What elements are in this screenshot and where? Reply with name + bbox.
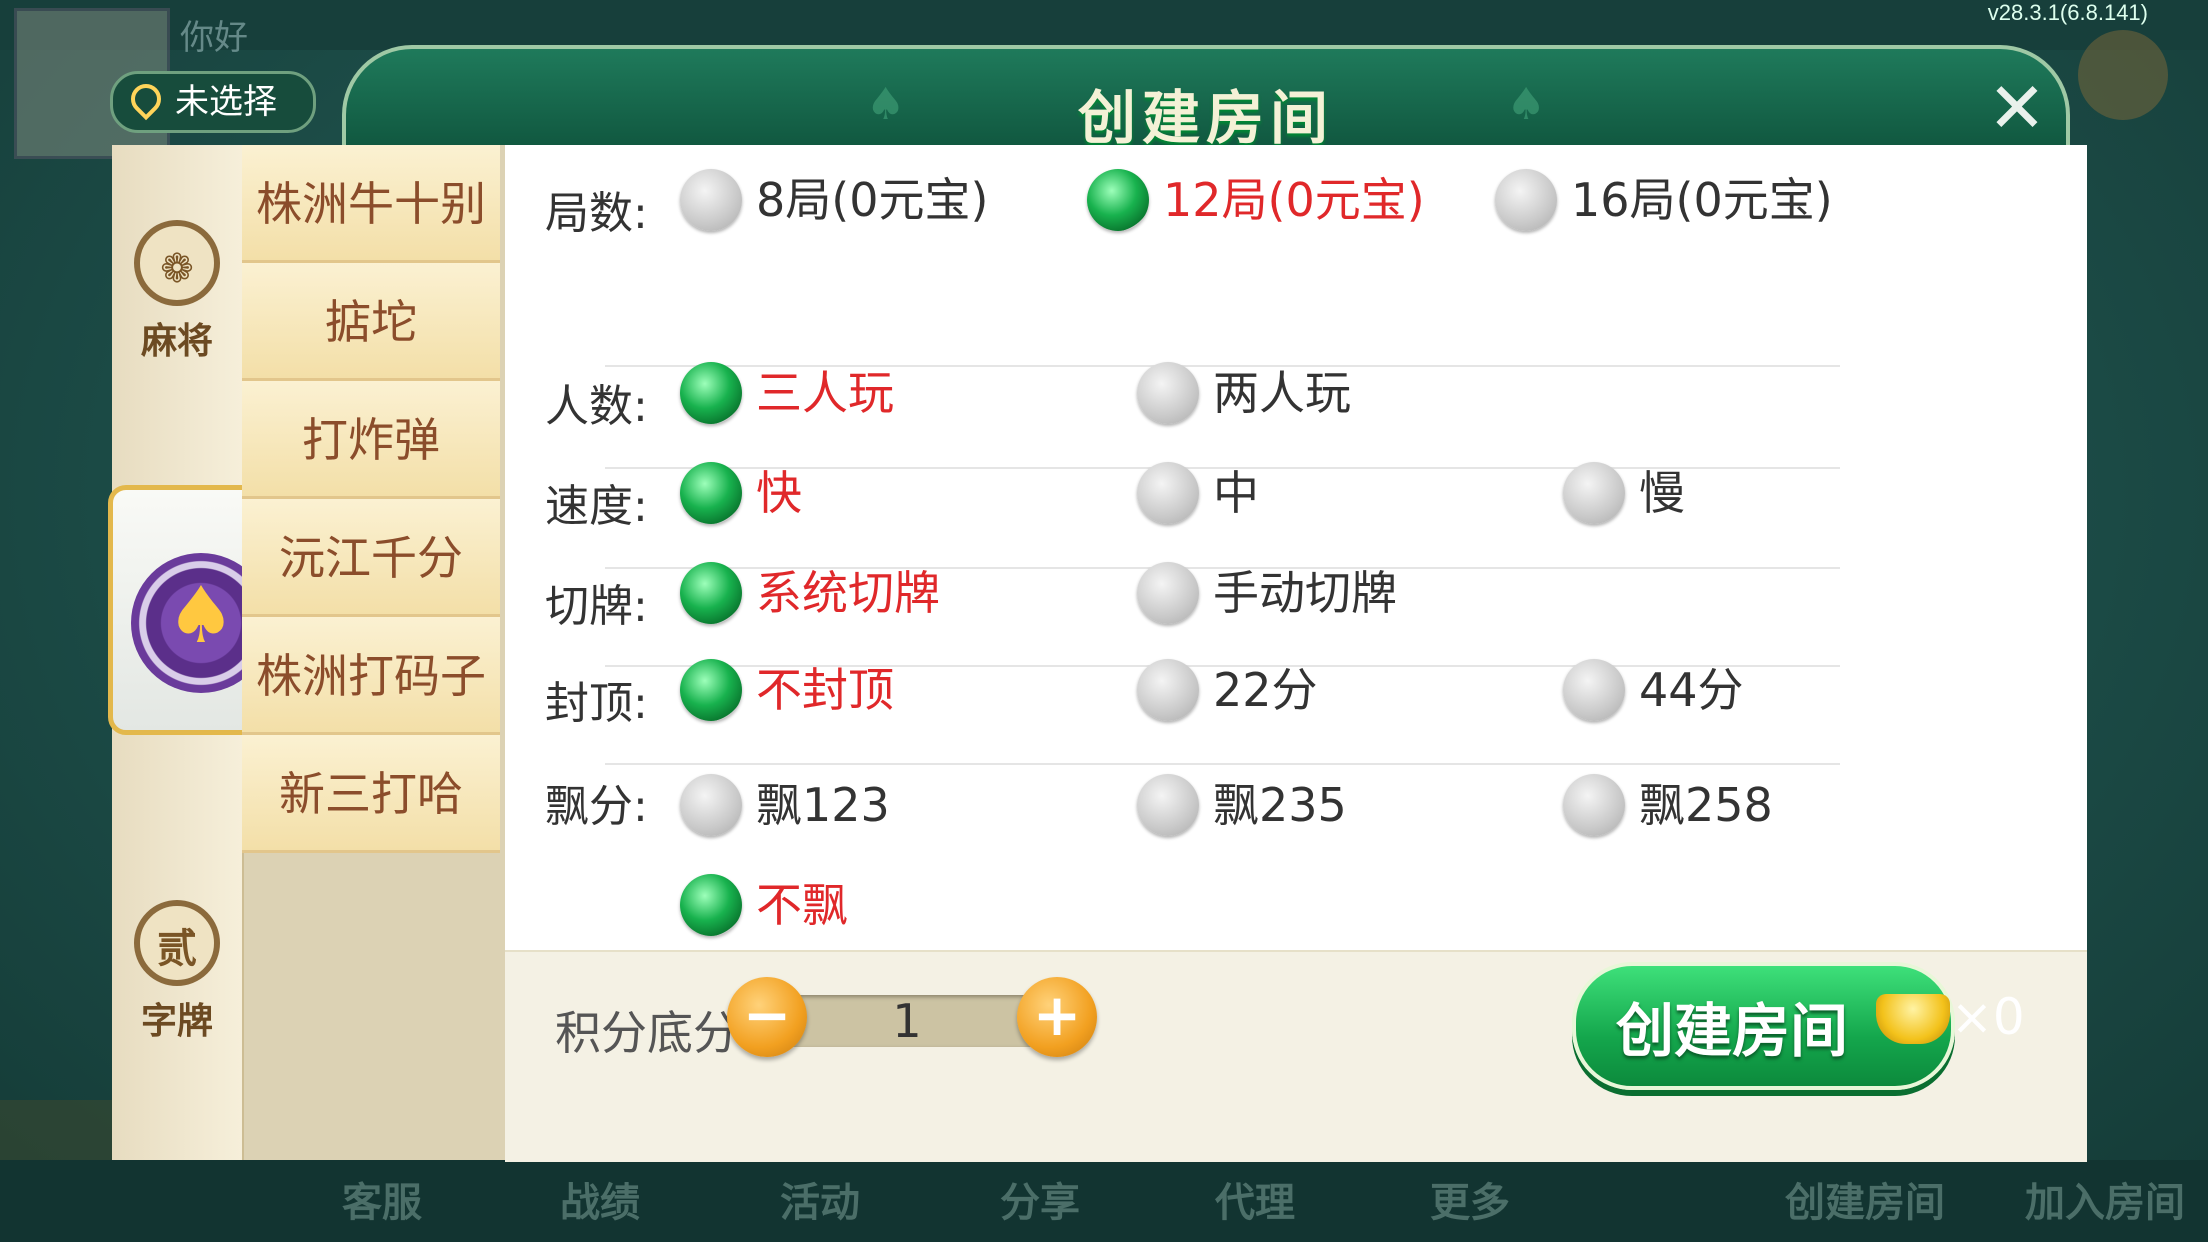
game-item[interactable]: 株洲打码子 — [242, 617, 500, 735]
tab-label: 字牌 — [140, 1001, 213, 1042]
nav-join-room: 加入房间 — [2025, 1180, 2185, 1226]
game-item[interactable]: 打炸弹 — [242, 381, 500, 499]
location-button[interactable]: 未选择 — [110, 71, 316, 133]
location-pin-icon — [124, 77, 168, 121]
nav-record: 战绩 — [560, 1180, 640, 1226]
game-item[interactable]: 掂坨 — [242, 263, 500, 381]
nav-agent: 代理 — [1215, 1180, 1295, 1226]
nav-service: 客服 — [342, 1180, 422, 1226]
tab-mahjong[interactable]: ❁ 麻将 — [112, 220, 242, 364]
cost-label: ×0 — [1951, 988, 2025, 1046]
zipai-emblem-icon: 贰 — [134, 900, 220, 986]
nav-share: 分享 — [1000, 1180, 1080, 1226]
nav-more: 更多 — [1430, 1180, 1510, 1226]
game-item[interactable]: 株洲牛十别 — [242, 145, 500, 263]
gear-icon — [2078, 30, 2168, 120]
bottom-nav: 客服 战绩 活动 分享 代理 更多 创建房间 加入房间 — [0, 1160, 2208, 1242]
plus-button[interactable]: + — [1017, 977, 1097, 1057]
float-option-none[interactable]: 不飘 — [680, 870, 848, 940]
nav-activity: 活动 — [780, 1180, 860, 1226]
create-room-label: 创建房间 — [1616, 997, 1849, 1065]
tab-label: 麻将 — [140, 321, 213, 362]
close-button[interactable]: ✕ — [1982, 73, 2052, 143]
radio-icon — [1137, 773, 1199, 836]
create-room-button[interactable]: 创建房间 ×0 — [1572, 962, 2025, 1090]
version-label: v28.3.1(6.8.141) — [1987, 0, 2148, 25]
footer: 积分底分: 1 − + 创建房间 ×0 — [505, 950, 2087, 1162]
location-label: 未选择 — [175, 82, 277, 122]
game-item[interactable]: 沅江千分 — [242, 499, 500, 617]
radio-icon — [680, 873, 742, 936]
option-label: 飘258 — [1639, 778, 1773, 832]
dialog-header: ♠ ♠ 创建房间 — [342, 45, 2070, 152]
float-option-258[interactable]: 飘258 — [1563, 770, 1773, 840]
float-option-123[interactable]: 飘123 — [680, 770, 890, 840]
minus-button[interactable]: − — [727, 977, 807, 1057]
float-option-235[interactable]: 飘235 — [1137, 770, 1347, 840]
score-label: 积分底分: — [555, 1006, 755, 1060]
radio-icon — [1563, 773, 1625, 836]
gold-ingot-icon — [1876, 994, 1950, 1044]
radio-icon — [680, 773, 742, 836]
top-bar — [0, 0, 2208, 50]
option-label: 不飘 — [756, 878, 848, 932]
tab-zipai[interactable]: 贰 字牌 — [112, 900, 242, 1044]
nav-create-room: 创建房间 — [1785, 1180, 1945, 1226]
float-and-footer: 飘123 飘235 飘258 积分底分: 1 − + 创建房间 ×0 不飘 — [505, 145, 2087, 1162]
dialog-title: 创建房间 — [1077, 84, 1334, 152]
score-stepper: 1 − + — [727, 977, 1097, 1067]
option-label: 飘235 — [1213, 778, 1347, 832]
game-item[interactable]: 新三打哈 — [242, 735, 500, 853]
game-list: 株洲牛十别 掂坨 打炸弹 沅江千分 株洲打码子 新三打哈 — [242, 145, 500, 1160]
mahjong-emblem-icon: ❁ — [134, 220, 220, 306]
option-label: 飘123 — [756, 778, 890, 832]
